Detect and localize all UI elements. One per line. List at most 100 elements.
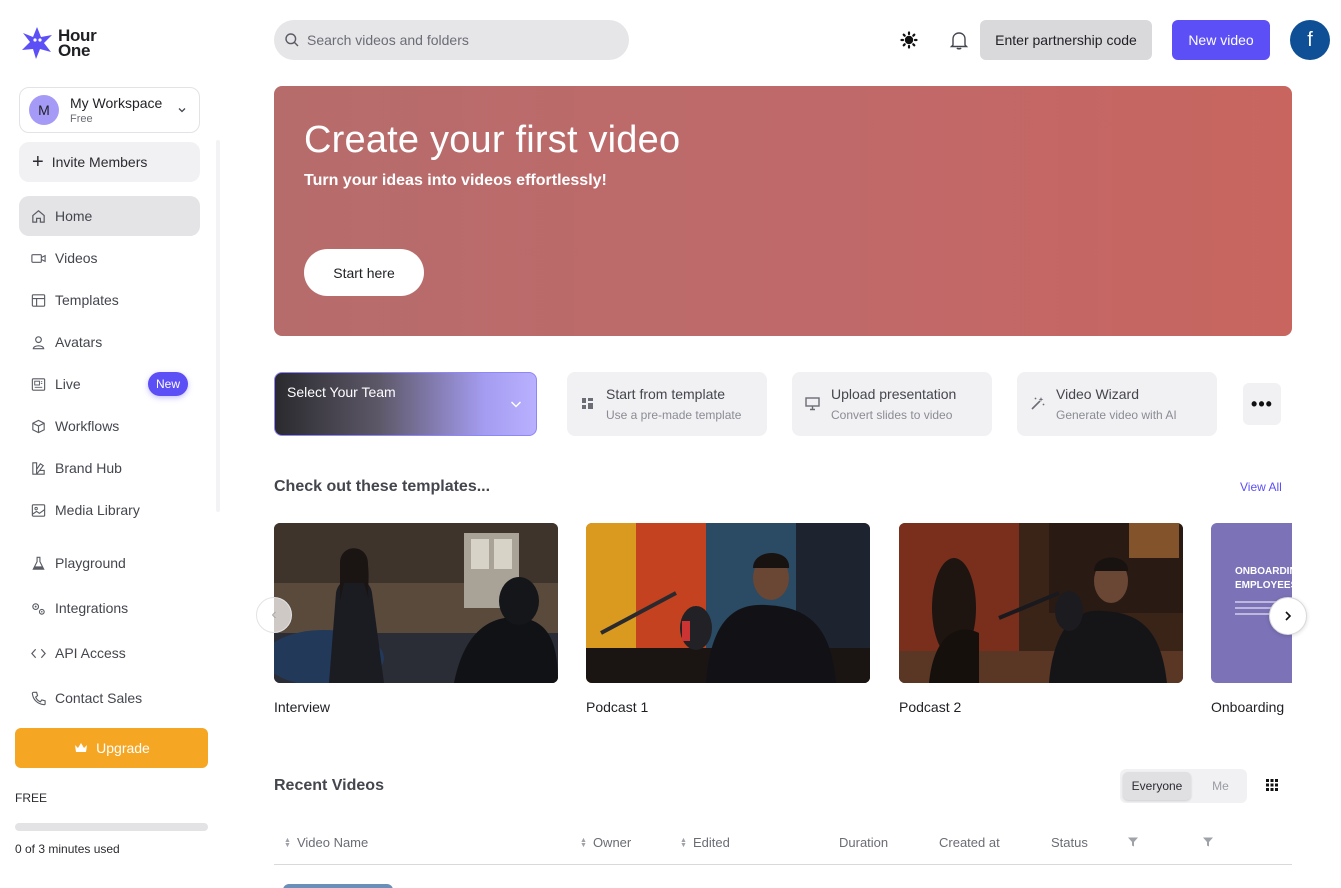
sidebar-item-label: Home [55, 208, 93, 224]
brand-logo[interactable]: Hour One [18, 24, 97, 62]
sidebar-item-playground[interactable]: Playground [19, 543, 200, 583]
chevron-down-icon [178, 108, 186, 113]
sidebar-item-templates[interactable]: Templates [19, 280, 200, 320]
carousel-next-button[interactable] [1269, 597, 1307, 635]
sidebar-item-contact-sales[interactable]: Contact Sales [19, 678, 200, 718]
hour-one-logo-icon [22, 27, 52, 59]
layout-icon [29, 291, 47, 309]
search-input[interactable] [307, 32, 607, 48]
sidebar-scrollbar[interactable] [216, 140, 220, 512]
upload-presentation-card[interactable]: Upload presentation Convert slides to vi… [792, 372, 992, 436]
sidebar: Hour One M My Workspace Free + Invite Me… [0, 0, 224, 888]
search-bar[interactable] [274, 20, 629, 60]
column-header-label: Created at [939, 835, 1000, 850]
podcast-1-thumbnail-image [586, 523, 870, 683]
sidebar-item-brand-hub[interactable]: Brand Hub [19, 448, 200, 488]
template-icon [582, 398, 593, 409]
invite-members-label: Invite Members [51, 154, 148, 170]
column-header-duration: Duration [839, 835, 888, 850]
invite-members-button[interactable]: + Invite Members [19, 142, 200, 182]
video-row-thumbnail[interactable] [283, 884, 393, 888]
template-label: Podcast 1 [586, 699, 649, 715]
template-thumbnail [899, 523, 1183, 683]
carousel-prev-button[interactable]: ‹ [256, 597, 292, 633]
video-wizard-card[interactable]: Video Wizard Generate video with AI [1017, 372, 1217, 436]
templates-section-title: Check out these templates... [274, 478, 491, 495]
usage-text: 0 of 3 minutes used [15, 842, 120, 856]
template-card-podcast-1[interactable]: Podcast 1 [586, 523, 870, 715]
onboarding-thumbnail-title-line1: ONBOARDING [1235, 566, 1292, 577]
sidebar-item-label: Videos [55, 250, 98, 266]
view-all-link[interactable]: View All [1240, 480, 1282, 494]
workspace-switcher[interactable]: M My Workspace Free [19, 87, 200, 133]
video-camera-icon [29, 249, 47, 267]
workspace-plan: Free [70, 113, 93, 125]
team-select-dropdown[interactable]: Select Your Team [274, 372, 537, 436]
template-thumbnail [274, 523, 558, 683]
sidebar-item-avatars[interactable]: Avatars [19, 322, 200, 362]
sun-icon [900, 31, 918, 49]
filter-icon[interactable] [1127, 836, 1139, 848]
filter-me-button[interactable]: Me [1197, 772, 1244, 800]
plus-icon: + [32, 151, 44, 173]
start-here-button[interactable]: Start here [304, 249, 424, 296]
user-avatar[interactable]: f [1290, 20, 1330, 60]
cube-icon [29, 417, 47, 435]
hero-title: Create your first video [304, 119, 681, 161]
owner-filter-toggle: Everyone Me [1120, 769, 1247, 803]
brand-name-line2: One [58, 41, 91, 60]
hero-banner: Create your first video Turn your ideas … [274, 86, 1292, 336]
filter-icon[interactable] [1202, 836, 1214, 848]
notifications-button[interactable] [946, 27, 972, 53]
presentation-icon [805, 397, 820, 411]
sidebar-item-label: API Access [55, 645, 126, 661]
template-label: Interview [274, 699, 331, 715]
phone-icon [29, 689, 47, 707]
recent-videos-title: Recent Videos [274, 777, 384, 794]
sidebar-item-home[interactable]: Home [19, 196, 200, 236]
flask-icon [29, 554, 47, 572]
column-header-edited[interactable]: ▲ ▼ Edited [680, 835, 730, 850]
usage-progress-bar [15, 823, 208, 831]
magic-wand-icon [1031, 397, 1045, 410]
chevron-down-icon [510, 401, 522, 408]
column-header-label: Status [1051, 835, 1088, 850]
template-label: Onboarding [1211, 699, 1285, 715]
sidebar-item-api-access[interactable]: API Access [19, 633, 200, 673]
column-header-video-name[interactable]: ▲ ▼ Video Name [284, 835, 368, 850]
team-select-label: Select Your Team [287, 384, 396, 400]
sidebar-item-integrations[interactable]: Integrations [19, 588, 200, 628]
image-icon [29, 501, 47, 519]
sidebar-item-workflows[interactable]: Workflows [19, 406, 200, 446]
template-thumbnail [586, 523, 870, 683]
theme-toggle-button[interactable] [896, 27, 922, 53]
column-header-label: Duration [839, 835, 889, 850]
new-video-button[interactable]: New video [1172, 20, 1270, 60]
sidebar-item-media-library[interactable]: Media Library [19, 490, 200, 530]
chevron-left-icon: ‹ [271, 606, 277, 623]
template-card-interview[interactable]: Interview [274, 523, 558, 715]
action-card-desc: Use a pre-made template [606, 408, 742, 422]
plan-label: FREE [15, 791, 48, 805]
grid-view-icon[interactable] [1264, 777, 1280, 793]
template-card-podcast-2[interactable]: Podcast 2 [899, 523, 1183, 715]
column-header-created-at: Created at [939, 835, 1000, 850]
upgrade-button[interactable]: Upgrade [15, 728, 208, 768]
sidebar-item-label: Brand Hub [55, 460, 122, 476]
start-from-template-card[interactable]: Start from template Use a pre-made templ… [567, 372, 767, 436]
more-options-button[interactable]: ••• [1243, 383, 1281, 425]
sidebar-item-videos[interactable]: Videos [19, 238, 200, 278]
sidebar-item-label: Contact Sales [55, 690, 143, 706]
bell-icon [949, 32, 969, 50]
partnership-code-button[interactable]: Enter partnership code [980, 20, 1152, 60]
column-header-label: Video Name [296, 835, 369, 850]
column-header-label: Owner [592, 835, 632, 850]
new-badge: New [148, 372, 188, 396]
template-label: Podcast 2 [899, 699, 962, 715]
filter-everyone-button[interactable]: Everyone [1123, 772, 1191, 800]
sidebar-item-label: Live [55, 376, 81, 392]
action-card-title: Start from template [606, 386, 726, 402]
gears-icon [29, 599, 47, 617]
column-header-owner[interactable]: ▲ ▼ Owner [580, 835, 631, 850]
workspace-name: My Workspace [70, 95, 163, 111]
